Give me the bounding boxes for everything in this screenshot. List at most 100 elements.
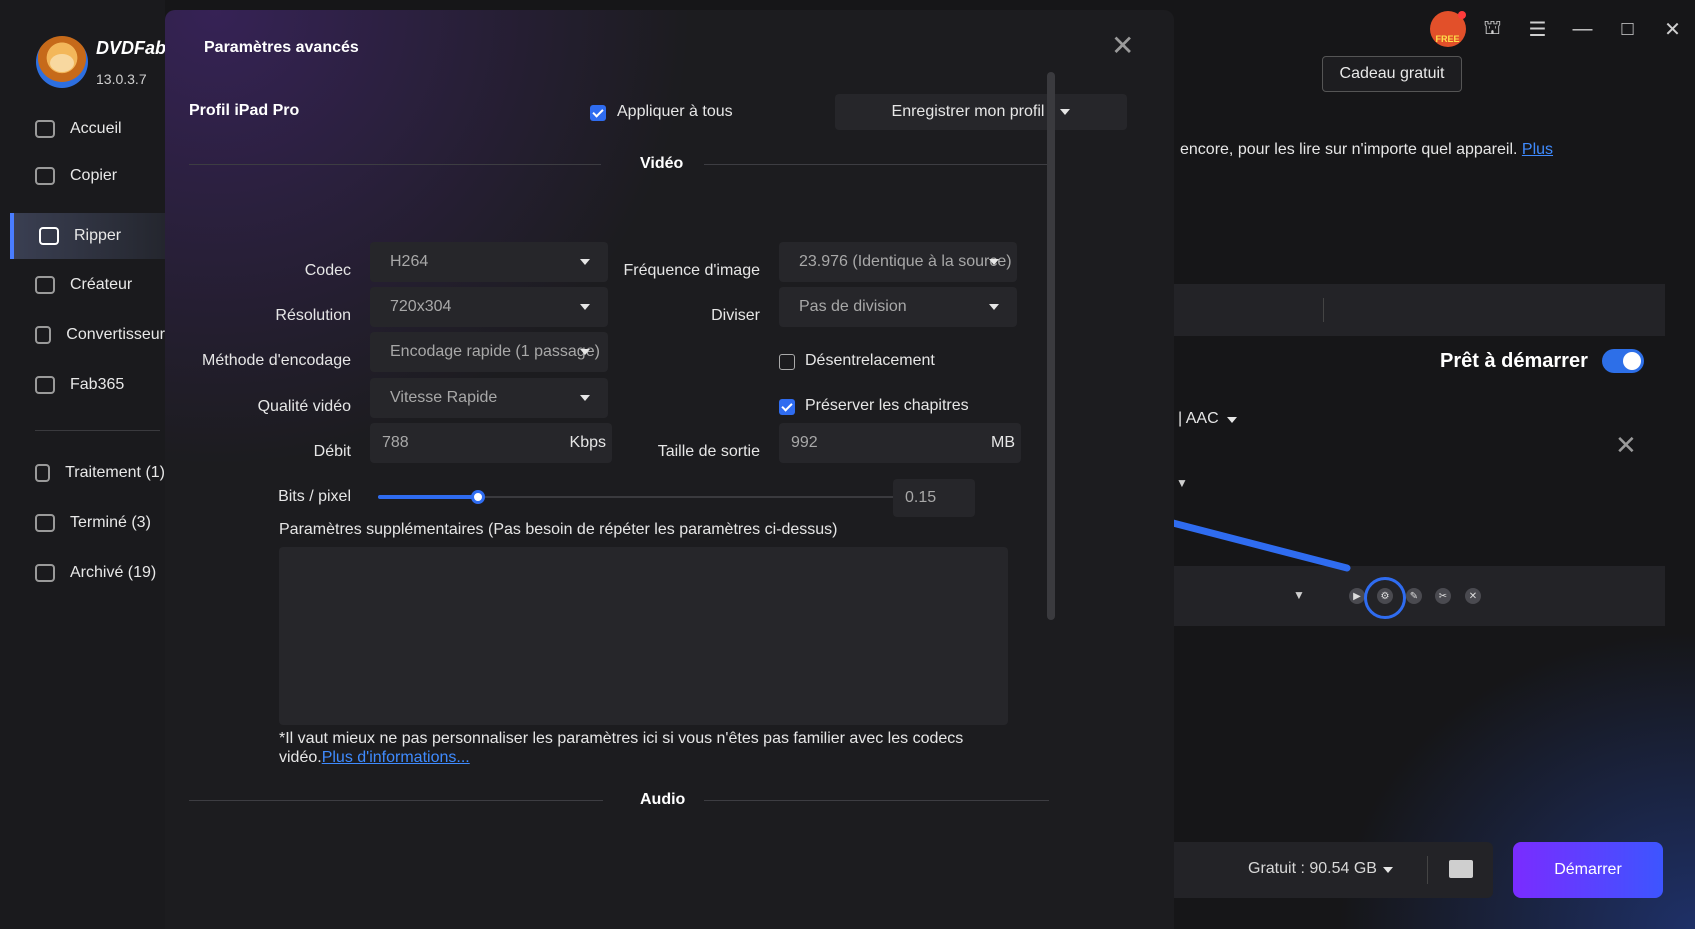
chevron-down-icon	[580, 395, 590, 401]
encoding-value: Encodage rapide (1 passage)	[390, 343, 600, 360]
chevron-down-icon	[989, 259, 999, 265]
task-header-bar	[1173, 284, 1665, 336]
sidebar-divider	[35, 430, 160, 431]
split-select[interactable]: Pas de division	[779, 287, 1017, 327]
chevron-down-icon[interactable]: ▼	[1293, 588, 1305, 602]
promo-body: encore, pour les lire sur n'importe quel…	[1180, 141, 1522, 158]
dvdfab-logo-icon	[36, 36, 88, 88]
framerate-select[interactable]: 23.976 (Identique à la source)	[779, 242, 1017, 282]
audio-track-label: | AAC	[1178, 410, 1219, 427]
more-info-link[interactable]: Plus d'informations...	[322, 749, 470, 766]
output-size-input[interactable]: 992 MB	[779, 423, 1021, 463]
processing-icon	[35, 464, 51, 482]
warning-note: *Il vaut mieux ne pas personnaliser les …	[279, 729, 1019, 767]
sidebar-item-label: Copier	[70, 167, 118, 184]
edit-icon[interactable]: ✎	[1406, 588, 1422, 604]
sidebar-item-ripper[interactable]: Ripper	[10, 213, 165, 259]
divider	[189, 164, 601, 165]
slider-fill	[378, 495, 478, 499]
remove-icon[interactable]: ✕	[1465, 588, 1481, 604]
play-icon[interactable]: ▶	[1349, 588, 1365, 604]
creator-icon	[35, 276, 55, 294]
deinterlace-checkbox[interactable]	[779, 354, 795, 370]
sidebar-item-accueil[interactable]: Accueil	[10, 106, 165, 152]
codec-select[interactable]: H264	[370, 242, 608, 282]
window-toolbar: FREE ⛫ ☰ — □ ✕	[1425, 0, 1695, 58]
app-version: 13.0.3.7	[96, 71, 147, 87]
close-window-icon[interactable]: ✕	[1650, 0, 1695, 58]
bits-per-pixel-label: Bits / pixel	[278, 488, 351, 505]
sidebar-item-label: Ripper	[74, 227, 122, 244]
sidebar: DVDFab 13.0.3.7 Accueil Copier Ripper Cr…	[0, 0, 167, 929]
extra-params-textarea[interactable]	[279, 547, 1008, 725]
start-button[interactable]: Démarrer	[1513, 842, 1663, 898]
folder-icon[interactable]	[1449, 860, 1473, 878]
slider-handle[interactable]	[470, 490, 485, 504]
section-title-video: Vidéo	[640, 155, 684, 172]
codec-value: H264	[390, 253, 429, 270]
advanced-settings-dialog: Paramètres avancés ✕ Profil iPad Pro App…	[165, 10, 1174, 929]
promo-more-link[interactable]: Plus	[1522, 141, 1553, 158]
promo-text: encore, pour les lire sur n'importe quel…	[1180, 141, 1553, 159]
sidebar-item-createur[interactable]: Créateur	[10, 262, 165, 308]
bits-per-pixel-slider[interactable]	[378, 490, 902, 504]
save-profile-dropdown[interactable]: Enregistrer mon profil	[835, 94, 1127, 130]
sidebar-item-label: Convertisseur	[66, 326, 165, 343]
free-badge-icon: FREE	[1429, 11, 1466, 47]
menu-icon[interactable]: ☰	[1515, 0, 1560, 58]
free-promo-button[interactable]: FREE	[1425, 0, 1470, 58]
tshirt-icon[interactable]: ⛫	[1470, 0, 1515, 58]
minimize-icon[interactable]: —	[1560, 0, 1605, 58]
sidebar-item-fab365[interactable]: Fab365	[10, 362, 165, 408]
sidebar-item-convertisseur[interactable]: Convertisseur	[10, 312, 165, 358]
divider	[1427, 856, 1428, 884]
chapters-label: Préserver les chapitres	[805, 397, 969, 414]
sidebar-item-termine[interactable]: Terminé (3)	[10, 500, 165, 546]
dialog-title: Paramètres avancés	[204, 39, 359, 56]
apply-all-checkbox[interactable]	[590, 105, 606, 121]
ripper-icon	[39, 227, 59, 245]
copy-icon	[35, 167, 55, 185]
quality-label: Qualité vidéo	[257, 398, 351, 415]
sidebar-item-label: Créateur	[70, 276, 133, 293]
chevron-down-icon	[1226, 417, 1237, 423]
maximize-icon[interactable]: □	[1605, 0, 1650, 58]
quality-select[interactable]: Vitesse Rapide	[370, 378, 608, 418]
dialog-scrollbar[interactable]	[1047, 72, 1055, 620]
cut-icon[interactable]: ✂	[1435, 588, 1451, 604]
encoding-select[interactable]: Encodage rapide (1 passage)	[370, 332, 608, 372]
output-size-unit: MB	[991, 434, 1015, 451]
close-icon[interactable]: ✕	[1111, 32, 1134, 60]
chapters-checkbox[interactable]	[779, 399, 795, 415]
brand-name: DVDFab	[96, 38, 167, 58]
resolution-value: 720x304	[390, 298, 452, 315]
bitrate-input[interactable]: 788 Kbps	[370, 423, 612, 463]
deinterlace-label: Désentrelacement	[805, 352, 935, 369]
ready-label: Prêt à démarrer	[1440, 350, 1588, 372]
sidebar-item-label: Accueil	[70, 120, 122, 137]
archive-icon	[35, 564, 55, 582]
free-gift-button[interactable]: Cadeau gratuit	[1322, 56, 1462, 92]
extra-params-label: Paramètres supplémentaires (Pas besoin d…	[279, 521, 838, 538]
sidebar-item-copier[interactable]: Copier	[10, 153, 165, 199]
done-icon	[35, 514, 55, 532]
codec-label: Codec	[304, 262, 351, 279]
settings-wrench-icon[interactable]: ⚙	[1377, 588, 1393, 604]
audio-track-select[interactable]: | AAC	[1178, 410, 1237, 428]
task-close-icon[interactable]: ✕	[1615, 430, 1637, 461]
free-space-select[interactable]: Gratuit : 90.54 GB	[1248, 860, 1393, 878]
resolution-select[interactable]: 720x304	[370, 287, 608, 327]
sidebar-item-traitement[interactable]: Traitement (1)	[10, 450, 165, 496]
bitrate-value: 788	[382, 434, 409, 451]
ready-toggle[interactable]	[1602, 349, 1644, 373]
sidebar-item-label: Fab365	[70, 376, 125, 393]
bits-per-pixel-value[interactable]: 0.15	[893, 479, 975, 517]
chevron-down-icon	[580, 304, 590, 310]
fab365-icon	[35, 376, 55, 394]
profile-label: Profil iPad Pro	[189, 102, 300, 119]
bitrate-label: Débit	[313, 443, 351, 460]
framerate-label: Fréquence d'image	[623, 262, 760, 279]
split-label: Diviser	[711, 307, 760, 324]
chevron-down-icon	[989, 304, 999, 310]
sidebar-item-archive[interactable]: Archivé (19)	[10, 550, 165, 596]
